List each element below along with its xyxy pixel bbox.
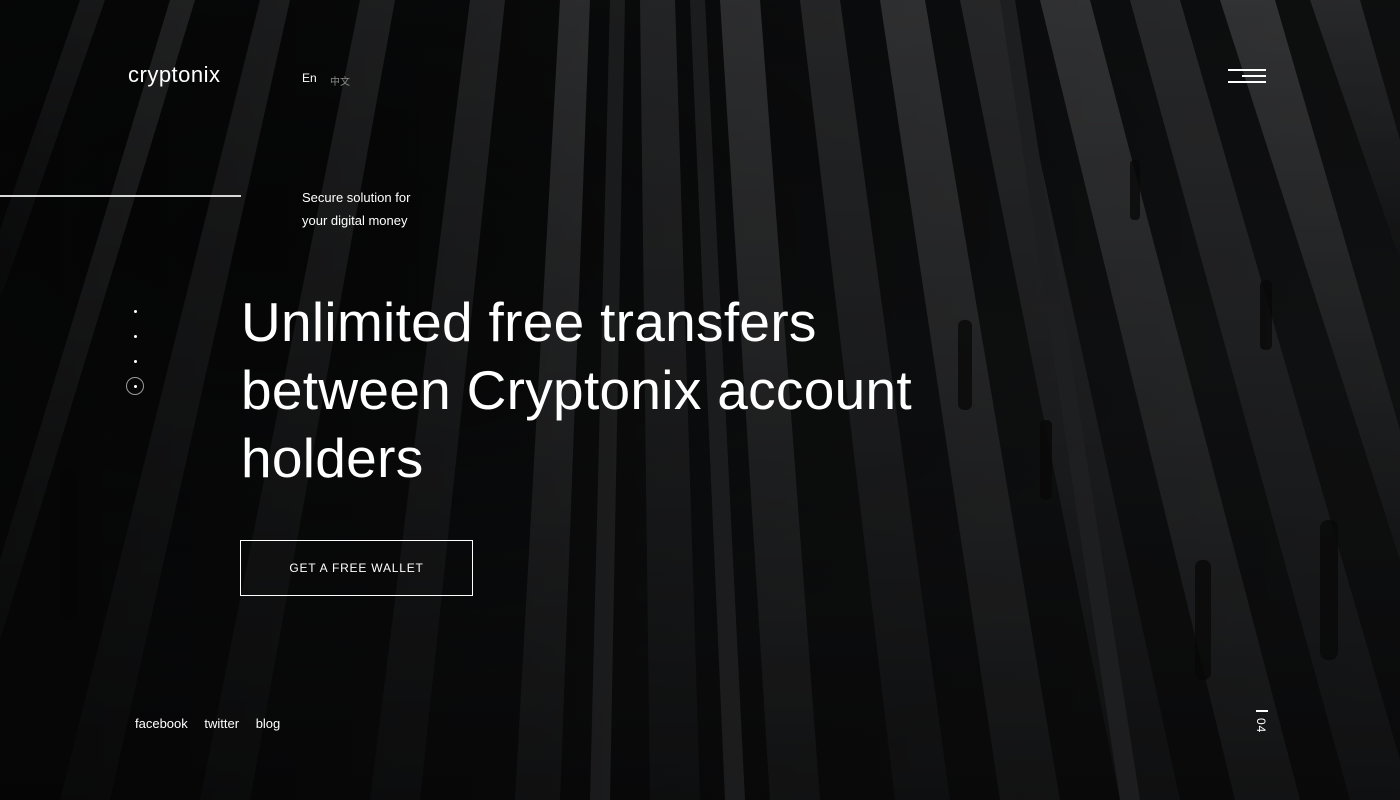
tagline-line: your digital money bbox=[302, 213, 408, 228]
tagline-divider bbox=[0, 195, 241, 197]
slide-pagination bbox=[125, 302, 145, 402]
page-indicator: 04 bbox=[1252, 710, 1272, 750]
get-free-wallet-button[interactable]: GET A FREE WALLET bbox=[240, 540, 473, 596]
hero-tagline: Secure solution for your digital money bbox=[302, 186, 410, 232]
hamburger-menu-icon[interactable] bbox=[1228, 66, 1268, 86]
slide-dot-4[interactable] bbox=[133, 385, 137, 388]
hero-headline: Unlimited free transfers between Crypton… bbox=[241, 288, 961, 492]
language-zh[interactable]: 中文 bbox=[330, 73, 350, 88]
language-en[interactable]: En bbox=[302, 71, 317, 85]
facebook-link[interactable]: facebook bbox=[135, 716, 188, 731]
headline-line: holders bbox=[241, 427, 424, 489]
slide-dot-1[interactable] bbox=[133, 310, 137, 313]
slide-dot-2[interactable] bbox=[133, 335, 137, 338]
page-indicator-dash bbox=[1256, 710, 1268, 712]
slide-dot-3[interactable] bbox=[133, 360, 137, 363]
blog-link[interactable]: blog bbox=[256, 716, 281, 731]
twitter-link[interactable]: twitter bbox=[204, 716, 239, 731]
social-links: facebook twitter blog bbox=[135, 716, 293, 731]
headline-line: Unlimited free transfers bbox=[241, 291, 817, 353]
headline-line: between Cryptonix account bbox=[241, 359, 912, 421]
hero-section: cryptonix En 中文 Secure solution for your… bbox=[0, 0, 1400, 800]
tagline-line: Secure solution for bbox=[302, 190, 411, 205]
page-number: 04 bbox=[1254, 718, 1268, 734]
brand-logo[interactable]: cryptonix bbox=[128, 62, 221, 88]
